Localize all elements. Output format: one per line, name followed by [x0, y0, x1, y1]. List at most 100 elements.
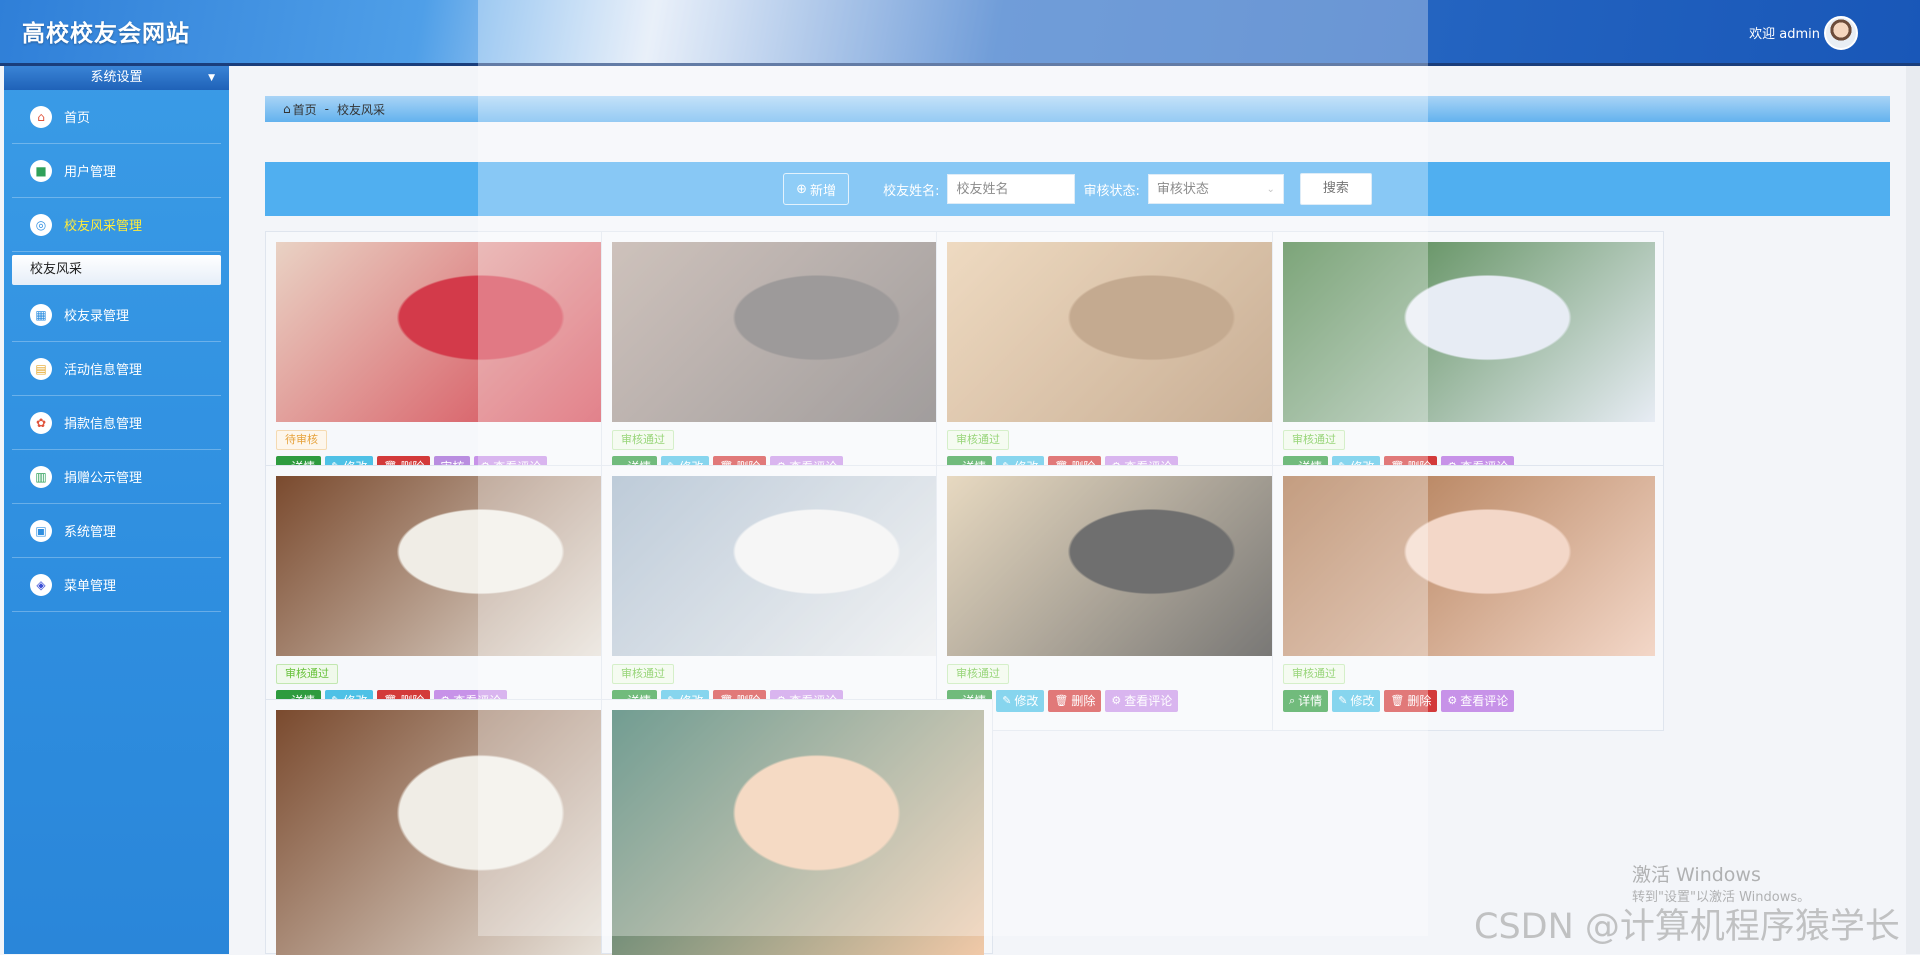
status-label: 审核状态:	[1083, 183, 1140, 199]
chart-icon: ▥	[30, 465, 52, 488]
sidebar-item-label: 校友录管理	[64, 309, 130, 324]
sidebar-item-users[interactable]: ■ 用户管理	[12, 144, 221, 198]
card-actions: ⌕详情✎修改🗑删除⚙查看评论	[1283, 690, 1515, 712]
delete-button-label: 删除	[1071, 694, 1096, 708]
alumni-card: 审核通过⌕详情✎修改🗑删除⚙查看评论	[601, 231, 993, 497]
alumni-photo[interactable]	[1283, 476, 1655, 656]
alumni-photo[interactable]	[612, 242, 984, 422]
sidebar-item-label: 用户管理	[64, 165, 117, 180]
sidebar-section-header[interactable]: 系统设置 ▼	[4, 66, 229, 90]
edit-button-label: 修改	[1014, 694, 1039, 708]
view-comments-button-label: 查看评论	[1460, 694, 1509, 708]
sidebar-item-system[interactable]: ▣ 系统管理	[12, 504, 221, 558]
menu-icon: ◈	[30, 573, 52, 596]
add-button[interactable]: ⊕ 新增	[783, 173, 850, 205]
sidebar-item-donations[interactable]: ✿ 捐款信息管理	[12, 396, 221, 450]
status-select-value: 审核状态	[1156, 182, 1209, 197]
add-button-label: 新增	[810, 183, 837, 199]
search-button[interactable]: 搜索	[1299, 173, 1372, 205]
main-content: ⌂ 首页 - 校友风采 ⊕ 新增 校友姓名: 校友姓名 审核状态: 审核状态 ⌄…	[229, 66, 1920, 955]
sidebar-item-label: 系统管理	[64, 525, 117, 540]
view-comments-button[interactable]: ⚙查看评论	[1441, 690, 1515, 712]
sidebar: 系统设置 ▼ ⌂ 首页 ■ 用户管理 ◎ 校友风采管理 校友风采 ▦ 校友录管理…	[4, 66, 229, 954]
trash-icon: 🗑	[1054, 694, 1069, 707]
delete-button-label: 删除	[1407, 694, 1432, 708]
status-badge: 待审核	[276, 430, 327, 450]
flower-icon: ✿	[30, 411, 52, 434]
delete-button[interactable]: 🗑删除	[1384, 690, 1438, 712]
search-icon: ⌕	[1289, 694, 1296, 707]
alumni-photo[interactable]	[276, 476, 648, 656]
breadcrumb-separator: -	[324, 102, 329, 116]
alumni-photo[interactable]	[276, 710, 648, 955]
sidebar-item-donation-notice[interactable]: ▥ 捐赠公示管理	[12, 450, 221, 504]
chevron-down-icon: ⌄	[1266, 184, 1275, 195]
user-icon: ■	[30, 159, 52, 182]
submenu-item-alumni-style[interactable]: 校友风采	[12, 255, 221, 285]
sidebar-section-title: 系统设置	[90, 70, 143, 85]
status-badge: 审核通过	[276, 664, 338, 684]
window-icon: ▣	[30, 519, 52, 542]
detail-button-label: 详情	[1298, 694, 1323, 708]
plus-circle-icon: ⊕	[796, 181, 808, 197]
sidebar-item-label: 活动信息管理	[64, 363, 143, 378]
sidebar-item-alumni-style[interactable]: ◎ 校友风采管理	[12, 198, 221, 252]
alumni-photo[interactable]	[947, 476, 1319, 656]
alumni-card: 审核通过⌕详情✎修改🗑删除⚙查看评论	[936, 231, 1328, 497]
sidebar-item-label: 捐款信息管理	[64, 417, 143, 432]
pencil-icon: ✎	[1338, 694, 1348, 707]
sidebar-item-menus[interactable]: ◈ 菜单管理	[12, 558, 221, 612]
site-title: 高校校友会网站	[22, 21, 190, 47]
calendar-icon: ▤	[30, 357, 52, 380]
edit-button[interactable]: ✎修改	[996, 690, 1045, 712]
home-icon: ⌂	[30, 105, 52, 128]
detail-button[interactable]: ⌕详情	[1283, 690, 1329, 712]
status-badge: 审核通过	[612, 664, 674, 684]
view-comments-button[interactable]: ⚙查看评论	[1105, 690, 1179, 712]
search-bar: ⊕ 新增 校友姓名: 校友姓名 审核状态: 审核状态 ⌄ 搜索	[265, 162, 1890, 216]
alumni-photo[interactable]	[947, 242, 1319, 422]
alumni-card: 审核通过⌕详情✎修改🗑删除⚙查看评论	[1272, 465, 1664, 731]
edit-button-label: 修改	[1350, 694, 1375, 708]
alumni-photo[interactable]	[1283, 242, 1655, 422]
grid-icon: ▦	[30, 303, 52, 326]
globe-icon: ◎	[30, 213, 52, 236]
breadcrumb-home[interactable]: 首页	[293, 101, 317, 118]
welcome-text: 欢迎 admin	[1749, 27, 1820, 42]
sidebar-item-label: 校友风采管理	[64, 219, 143, 234]
status-badge: 审核通过	[612, 430, 674, 450]
breadcrumb-current: 校友风采	[336, 102, 385, 117]
delete-button[interactable]: 🗑删除	[1048, 690, 1102, 712]
gear-icon: ⚙	[1111, 694, 1122, 707]
scrollbar[interactable]	[1906, 66, 1920, 954]
sidebar-item-label: 捐赠公示管理	[64, 471, 143, 486]
sidebar-item-home[interactable]: ⌂ 首页	[12, 90, 221, 144]
view-comments-button-label: 查看评论	[1124, 694, 1173, 708]
sidebar-item-label: 首页	[64, 111, 91, 126]
status-select[interactable]: 审核状态 ⌄	[1147, 174, 1284, 204]
status-badge: 审核通过	[1283, 430, 1345, 450]
top-header: 高校校友会网站 欢迎 admin	[0, 0, 1920, 66]
gear-icon: ⚙	[1447, 694, 1458, 707]
status-badge: 审核通过	[947, 430, 1009, 450]
sidebar-item-activities[interactable]: ▤ 活动信息管理	[12, 342, 221, 396]
sidebar-item-alumni-directory[interactable]: ▦ 校友录管理	[12, 288, 221, 342]
avatar[interactable]	[1824, 16, 1858, 50]
home-icon[interactable]: ⌂	[283, 102, 291, 116]
alumni-card: 审核通过⌕详情✎修改🗑删除⚙查看评论	[265, 465, 657, 731]
edit-button[interactable]: ✎修改	[1332, 690, 1381, 712]
alumni-photo[interactable]	[612, 476, 984, 656]
alumni-photo[interactable]	[276, 242, 648, 422]
alumni-photo[interactable]	[612, 710, 984, 955]
status-badge: 审核通过	[1283, 664, 1345, 684]
csdn-watermark: CSDN @计算机程序猿学长	[1474, 907, 1900, 947]
windows-activation-watermark: 激活 Windows	[1632, 864, 1761, 886]
alumni-card	[601, 699, 993, 955]
trash-icon: 🗑	[1390, 694, 1405, 707]
chevron-down-icon: ▼	[208, 73, 215, 83]
alumni-card: 审核通过⌕详情✎修改🗑删除⚙查看评论	[601, 465, 993, 731]
alumni-card: 审核通过⌕详情✎修改🗑删除⚙查看评论	[936, 465, 1328, 731]
name-search-input[interactable]: 校友姓名	[947, 174, 1076, 204]
name-label: 校友姓名:	[883, 183, 940, 199]
alumni-card: 审核通过⌕详情✎修改🗑删除⚙查看评论	[1272, 231, 1664, 497]
